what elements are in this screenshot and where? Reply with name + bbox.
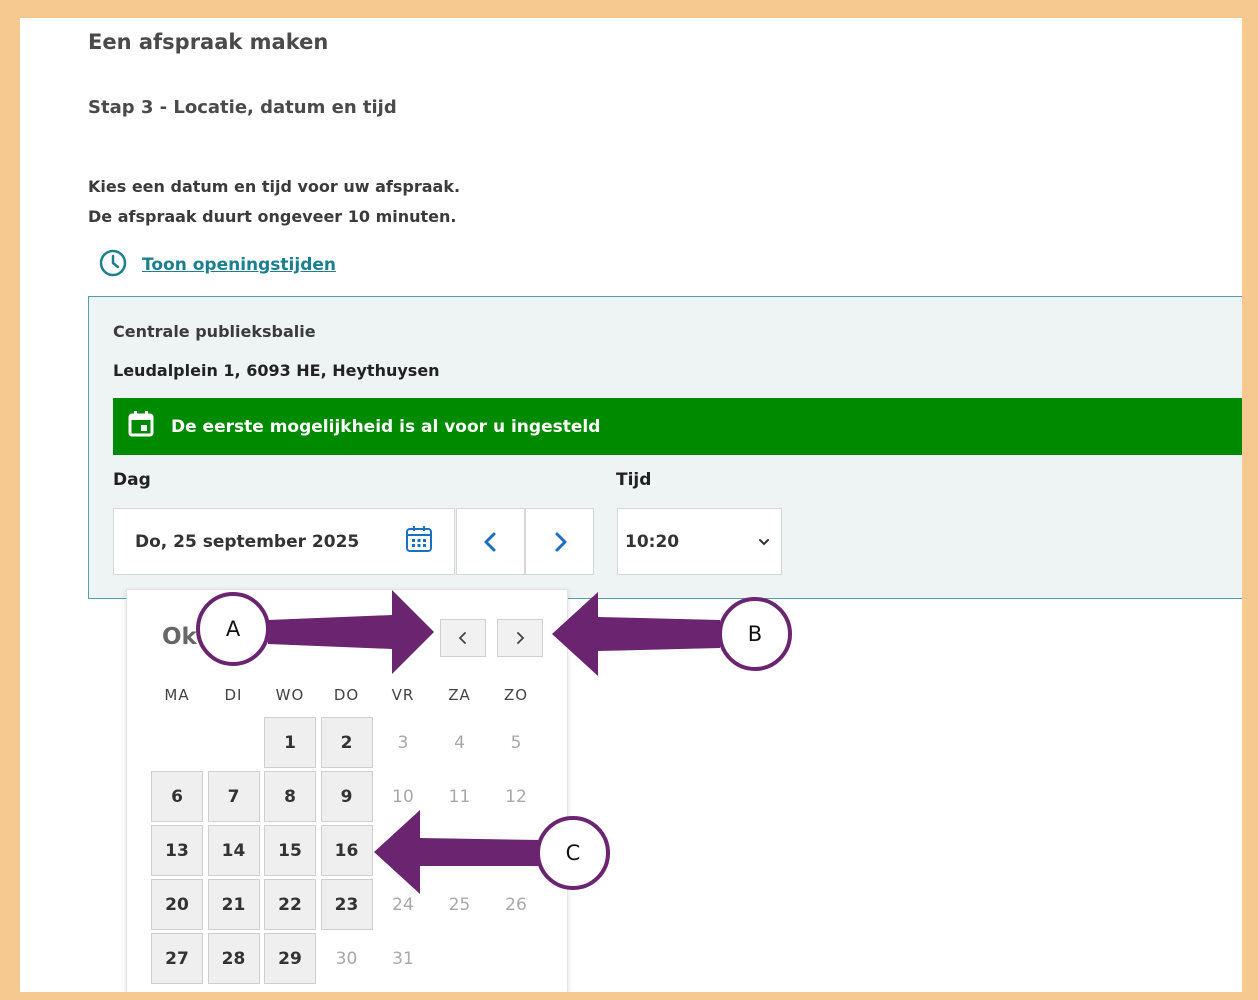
annotation-marker-c: C	[536, 816, 610, 890]
intro-line-1: Kies een datum en tijd voor uw afspraak.	[88, 177, 461, 196]
calendar-day-16[interactable]: 16	[320, 825, 373, 876]
intro-line-2: De afspraak duurt ongeveer 10 minuten.	[88, 207, 457, 226]
chevron-down-icon	[759, 538, 769, 545]
calendar-day-25: 25	[448, 894, 471, 915]
location-name: Centrale publieksbalie	[113, 322, 316, 341]
calendar-day-5: 5	[510, 732, 522, 753]
previous-month-button[interactable]	[440, 619, 486, 657]
next-month-button[interactable]	[497, 619, 543, 657]
chevron-left-icon	[484, 532, 495, 551]
date-input[interactable]: Do, 25 september 2025	[113, 508, 455, 575]
calendar-day-19: 19	[505, 840, 527, 861]
time-value: 10:20	[625, 531, 680, 552]
calendar-day-17: 17	[392, 840, 414, 861]
chevron-right-icon	[555, 532, 566, 551]
calendar-day-3: 3	[397, 732, 409, 753]
calendar-day-1[interactable]: 1	[264, 717, 316, 768]
calendar-blank-cell	[208, 717, 260, 768]
calendar-day-2[interactable]: 2	[320, 717, 373, 768]
weekday-label: DI	[224, 686, 243, 704]
calendar-day-12: 12	[505, 786, 527, 807]
date-value: Do, 25 september 2025	[135, 531, 360, 552]
location-panel: Centrale publieksbalie Leudalplein 1, 60…	[88, 296, 1242, 599]
weekday-label: ZO	[503, 686, 529, 704]
calendar-day-9[interactable]: 9	[320, 771, 373, 822]
day-label: Dag	[113, 470, 151, 490]
calendar-day-15[interactable]: 15	[264, 825, 316, 876]
calendar-day-23[interactable]: 23	[320, 879, 373, 930]
opening-hours-link[interactable]: Toon openingstijden	[142, 255, 336, 275]
calendar-day-27[interactable]: 27	[151, 933, 203, 984]
weekday-label: MA	[164, 686, 190, 704]
first-availability-banner: De eerste mogelijkheid is al voor u inge…	[113, 398, 1242, 455]
calendar-day-10: 10	[392, 786, 414, 807]
previous-day-button[interactable]	[456, 508, 525, 575]
calendar-day-28[interactable]: 28	[207, 933, 260, 984]
weekday-header: MA DI WO DO VR ZA ZO	[151, 686, 542, 704]
calendar-day-26: 26	[505, 894, 527, 915]
calendar-day-8[interactable]: 8	[264, 771, 316, 822]
annotation-marker-b: B	[718, 597, 792, 671]
location-address: Leudalplein 1, 6093 HE, Heythuysen	[113, 361, 440, 380]
calendar-icon	[127, 410, 155, 443]
step-title: Stap 3 - Locatie, datum en tijd	[88, 97, 397, 118]
chevron-right-icon	[517, 632, 525, 644]
opening-hours-link-row[interactable]: Toon openingstijden	[98, 248, 336, 282]
time-label: Tijd	[616, 470, 652, 490]
calendar-day-29[interactable]: 29	[264, 933, 316, 984]
calendar-day-14[interactable]: 14	[207, 825, 260, 876]
page-title: Een afspraak maken	[88, 30, 329, 54]
calendar-day-21[interactable]: 21	[207, 879, 260, 930]
calendar-day-30: 30	[335, 948, 358, 969]
banner-text: De eerste mogelijkheid is al voor u inge…	[171, 416, 601, 437]
calendar-day-6[interactable]: 6	[151, 771, 203, 822]
calendar-days-grid: 1 2 3 4 5 6 7 8 9 10 11 12 13 14 15 16 17 18 19 20 21 22 23 24 2…	[151, 717, 542, 984]
time-select[interactable]: 10:20	[617, 508, 782, 575]
clock-icon	[98, 248, 128, 282]
calendar-blank-cell	[151, 717, 203, 768]
calendar-day-18: 18	[448, 840, 471, 861]
calendar-day-22[interactable]: 22	[264, 879, 316, 930]
calendar-day-20[interactable]: 20	[151, 879, 203, 930]
weekday-label: DO	[333, 686, 360, 704]
weekday-label: VR	[391, 686, 415, 704]
calendar-day-7[interactable]: 7	[207, 771, 260, 822]
page-frame: Een afspraak maken Stap 3 - Locatie, dat…	[20, 18, 1242, 992]
calendar-picker-icon[interactable]	[404, 524, 434, 559]
calendar-day-31: 31	[392, 948, 414, 969]
weekday-label: ZA	[448, 686, 471, 704]
calendar-day-24: 24	[392, 894, 414, 915]
intro-text: Kies een datum en tijd voor uw afspraak.…	[88, 172, 460, 232]
calendar-popup: Ok 2 MA DI WO DO VR ZA ZO 1 2 3 4 5 6 7 8 9 10 11 12 13 14 1…	[126, 589, 568, 992]
annotation-marker-a: A	[196, 592, 270, 666]
chevron-left-icon	[458, 632, 466, 644]
calendar-day-4: 4	[454, 732, 465, 753]
calendar-day-11: 11	[448, 786, 471, 807]
next-day-button[interactable]	[525, 508, 594, 575]
calendar-day-13[interactable]: 13	[151, 825, 203, 876]
weekday-label: WO	[275, 686, 305, 704]
